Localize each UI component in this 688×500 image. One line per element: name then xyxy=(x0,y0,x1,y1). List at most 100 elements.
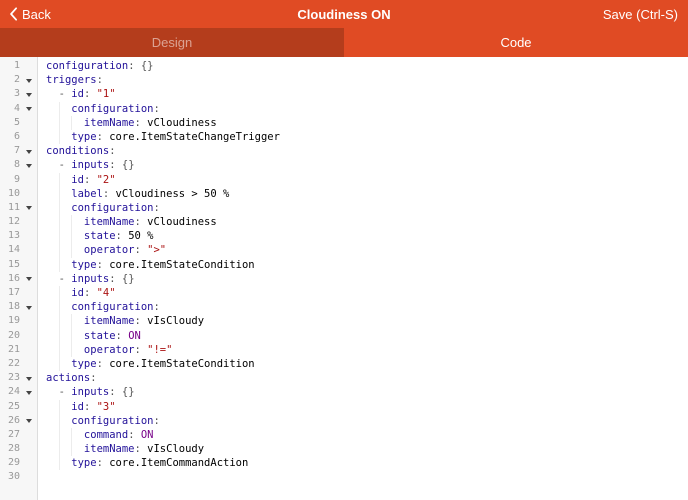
line-number: 8 xyxy=(0,158,20,172)
triangle-down-icon xyxy=(26,206,32,210)
indent xyxy=(46,357,59,371)
code-line[interactable]: 7conditions: xyxy=(0,144,688,158)
token-meta: - xyxy=(59,386,72,398)
code-content: operator: "!=" xyxy=(37,343,172,357)
token-key: itemName xyxy=(84,216,135,228)
token-plain: vIsCloudy xyxy=(147,315,204,327)
fold-spacer xyxy=(20,215,37,229)
code-content xyxy=(37,470,46,484)
fold-icon[interactable] xyxy=(20,414,37,428)
code-line[interactable]: 4configuration: xyxy=(0,102,688,116)
token-key: type xyxy=(71,259,96,271)
code-line[interactable]: 19itemName: vIsCloudy xyxy=(0,314,688,328)
token-meta: : xyxy=(109,159,122,171)
token-string: ">" xyxy=(147,244,166,256)
code-line[interactable]: 27command: ON xyxy=(0,428,688,442)
indent-guide xyxy=(71,442,84,456)
token-meta: {} xyxy=(141,60,154,72)
code-line[interactable]: 28itemName: vIsCloudy xyxy=(0,442,688,456)
rule-editor-window: Back Cloudiness ON Save (Ctrl-S) Design … xyxy=(0,0,688,500)
tab-design[interactable]: Design xyxy=(0,28,344,57)
code-line[interactable]: 24- inputs: {} xyxy=(0,385,688,399)
code-line[interactable]: 3- id: "1" xyxy=(0,87,688,101)
code-line[interactable]: 29type: core.ItemCommandAction xyxy=(0,456,688,470)
code-editor[interactable]: 1configuration: {}2triggers:3- id: "1"4c… xyxy=(0,57,688,500)
indent-guide xyxy=(59,243,72,257)
line-number: 22 xyxy=(0,357,20,371)
token-plain: core.ItemCommandAction xyxy=(109,457,248,469)
token-key: inputs xyxy=(71,273,109,285)
indent-guide xyxy=(59,357,72,371)
line-number: 7 xyxy=(0,144,20,158)
code-line[interactable]: 25id: "3" xyxy=(0,400,688,414)
code-content: type: core.ItemStateChangeTrigger xyxy=(37,130,280,144)
code-line[interactable]: 26configuration: xyxy=(0,414,688,428)
token-meta: : xyxy=(84,401,97,413)
line-number: 29 xyxy=(0,456,20,470)
fold-icon[interactable] xyxy=(20,73,37,87)
fold-icon[interactable] xyxy=(20,144,37,158)
code-line[interactable]: 18configuration: xyxy=(0,300,688,314)
token-meta: : xyxy=(128,429,141,441)
code-line[interactable]: 20state: ON xyxy=(0,329,688,343)
token-key: id xyxy=(71,88,84,100)
token-meta: : xyxy=(97,74,103,86)
indent xyxy=(46,130,59,144)
code-line[interactable]: 30 xyxy=(0,470,688,484)
page-title: Cloudiness ON xyxy=(0,0,688,28)
line-number: 5 xyxy=(0,116,20,130)
fold-icon[interactable] xyxy=(20,87,37,101)
indent-guide xyxy=(71,243,84,257)
code-line[interactable]: 6type: core.ItemStateChangeTrigger xyxy=(0,130,688,144)
code-line[interactable]: 5 itemName: vCloudiness xyxy=(0,116,688,130)
triangle-down-icon xyxy=(26,306,32,310)
indent xyxy=(46,385,59,399)
token-meta: : xyxy=(116,330,129,342)
fold-icon[interactable] xyxy=(20,201,37,215)
fold-icon[interactable] xyxy=(20,272,37,286)
indent xyxy=(46,286,59,300)
token-key: inputs xyxy=(71,386,109,398)
token-string: "1" xyxy=(97,88,116,100)
code-line[interactable]: 10label: vCloudiness > 50 % xyxy=(0,187,688,201)
code-line[interactable]: 1configuration: {} xyxy=(0,59,688,73)
code-line[interactable]: 23actions: xyxy=(0,371,688,385)
tab-code[interactable]: Code xyxy=(344,28,688,57)
code-line[interactable]: 17id: "4" xyxy=(0,286,688,300)
code-line[interactable]: 12itemName: vCloudiness xyxy=(0,215,688,229)
indent-guide xyxy=(59,258,72,272)
code-line[interactable]: 22type: core.ItemStateCondition xyxy=(0,357,688,371)
indent-guide xyxy=(59,229,72,243)
code-line[interactable]: 8- inputs: {} xyxy=(0,158,688,172)
token-key: id xyxy=(71,174,84,186)
token-meta: {} xyxy=(122,386,135,398)
indent xyxy=(46,116,59,130)
fold-icon[interactable] xyxy=(20,102,37,116)
chevron-left-icon xyxy=(9,7,18,21)
code-line[interactable]: 2triggers: xyxy=(0,73,688,87)
code-line[interactable]: 13state: 50 % xyxy=(0,229,688,243)
back-button[interactable]: Back xyxy=(0,7,51,22)
code-line[interactable]: 11configuration: xyxy=(0,201,688,215)
fold-icon[interactable] xyxy=(20,385,37,399)
token-key: conditions xyxy=(46,145,109,157)
fold-icon[interactable] xyxy=(20,300,37,314)
code-line[interactable]: 14operator: ">" xyxy=(0,243,688,257)
fold-icon[interactable] xyxy=(20,158,37,172)
indent-guide xyxy=(59,300,72,314)
token-plain: vIsCloudy xyxy=(147,443,204,455)
token-plain: 50 % xyxy=(128,230,153,242)
indent-guide xyxy=(59,187,72,201)
indent xyxy=(46,243,59,257)
fold-icon[interactable] xyxy=(20,371,37,385)
code-line[interactable]: 15type: core.ItemStateCondition xyxy=(0,258,688,272)
token-plain: core.ItemStateChangeTrigger xyxy=(109,131,280,143)
indent-guide xyxy=(59,428,72,442)
code-content: itemName: vCloudiness xyxy=(37,116,217,130)
code-line[interactable]: 21operator: "!=" xyxy=(0,343,688,357)
indent-guide xyxy=(59,456,72,470)
code-line[interactable]: 16- inputs: {} xyxy=(0,272,688,286)
save-button[interactable]: Save (Ctrl-S) xyxy=(603,7,688,22)
indent-guide xyxy=(59,173,72,187)
code-line[interactable]: 9id: "2" xyxy=(0,173,688,187)
